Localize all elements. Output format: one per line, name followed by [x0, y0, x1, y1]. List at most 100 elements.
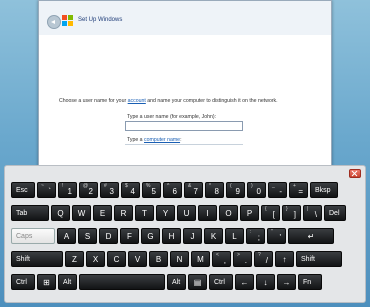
key-c[interactable]: C: [107, 251, 126, 267]
key-menu[interactable]: ▤: [188, 274, 207, 290]
key-label: W: [77, 209, 86, 218]
close-icon[interactable]: [349, 169, 361, 178]
key-o[interactable]: O: [219, 205, 238, 221]
key-f[interactable]: F: [120, 228, 139, 244]
key-x[interactable]: X: [86, 251, 105, 267]
key-alt[interactable]: Alt: [58, 274, 77, 290]
key-label: ⊞: [43, 278, 50, 287]
key-main-label: ,: [223, 256, 226, 265]
key-windows[interactable]: ⊞: [37, 274, 56, 290]
key-del[interactable]: Del: [324, 205, 346, 221]
key-alt[interactable]: Alt: [167, 274, 186, 290]
key-q[interactable]: Q: [51, 205, 70, 221]
key-r[interactable]: R: [114, 205, 133, 221]
key-main-label: ;: [257, 233, 260, 242]
key-label: Tab: [16, 210, 28, 217]
key-symbol[interactable]: {[: [261, 205, 280, 221]
key-5[interactable]: % 5: [142, 182, 161, 198]
key-u[interactable]: U: [177, 205, 196, 221]
username-input[interactable]: [125, 121, 243, 131]
key-l[interactable]: L: [225, 228, 244, 244]
key-d[interactable]: D: [99, 228, 118, 244]
key-enter[interactable]: ↵: [288, 228, 334, 244]
key-g[interactable]: G: [141, 228, 160, 244]
key-shift[interactable]: Shift: [296, 251, 342, 267]
computer-name-link[interactable]: computer name: [144, 137, 180, 143]
key-ctrl[interactable]: Ctrl: [11, 274, 35, 290]
key-shift-label: !: [62, 183, 64, 189]
key-symbol[interactable]: + =: [289, 182, 308, 198]
key-label: M: [197, 255, 204, 264]
key-symbol[interactable]: _ -: [268, 182, 287, 198]
key-y[interactable]: Y: [156, 205, 175, 221]
key-symbol[interactable]: ? /: [254, 251, 273, 267]
key-shift-label: (: [230, 183, 232, 189]
key-label: ↵: [307, 232, 315, 241]
key-label: ↓: [263, 278, 268, 287]
key-label: Caps: [16, 233, 33, 240]
key-tab[interactable]: Tab: [11, 205, 49, 221]
key-symbol[interactable]: | \: [303, 205, 322, 221]
key-esc[interactable]: Esc: [11, 182, 35, 198]
key-n[interactable]: N: [170, 251, 189, 267]
key-shift-label: @: [83, 183, 89, 189]
windows-logo-icon: [62, 15, 74, 27]
computer-name-suffix: :: [180, 137, 182, 143]
computer-name-label: Type a computer name:: [127, 137, 182, 143]
key-label: A: [63, 232, 70, 241]
key-e[interactable]: E: [93, 205, 112, 221]
key-caps[interactable]: Caps: [11, 228, 55, 244]
key-4[interactable]: $4: [121, 182, 140, 198]
key-a[interactable]: A: [57, 228, 76, 244]
key-3[interactable]: #3: [100, 182, 119, 198]
key-ctrl[interactable]: Ctrl: [209, 274, 233, 290]
key-arrow-right[interactable]: →: [277, 274, 296, 290]
key-symbol[interactable]: ~ `: [37, 182, 56, 198]
key-symbol[interactable]: " ': [267, 228, 286, 244]
key-m[interactable]: M: [191, 251, 210, 267]
key-space[interactable]: [79, 274, 165, 290]
username-label: Type a user name (for example, John):: [127, 114, 217, 120]
computer-name-field[interactable]: [125, 144, 243, 145]
key-9[interactable]: (9: [226, 182, 245, 198]
key-fn[interactable]: Fn: [298, 274, 322, 290]
key-symbol[interactable]: }]: [282, 205, 301, 221]
key-symbol[interactable]: >.: [233, 251, 252, 267]
key-label: Fn: [303, 279, 312, 286]
key-6[interactable]: ^ 6: [163, 182, 182, 198]
back-arrow-icon[interactable]: [47, 15, 61, 29]
key-symbol[interactable]: <,: [212, 251, 231, 267]
key-shift[interactable]: Shift: [11, 251, 63, 267]
key-j[interactable]: J: [183, 228, 202, 244]
account-link[interactable]: account: [128, 98, 146, 104]
key-h[interactable]: H: [162, 228, 181, 244]
key-arrow-up[interactable]: ↑: [275, 251, 294, 267]
key-label: H: [168, 232, 175, 241]
key-main-label: 4: [130, 187, 135, 196]
key-8[interactable]: * 8: [205, 182, 224, 198]
key-label: B: [155, 255, 162, 264]
key-s[interactable]: S: [78, 228, 97, 244]
key-z[interactable]: Z: [65, 251, 84, 267]
key-7[interactable]: & 7: [184, 182, 203, 198]
key-arrow-down[interactable]: ↓: [256, 274, 275, 290]
key-b[interactable]: B: [149, 251, 168, 267]
key-k[interactable]: K: [204, 228, 223, 244]
key-bksp[interactable]: Bksp: [310, 182, 338, 198]
key-label: Z: [72, 255, 77, 264]
setup-title-bar: Set Up Windows: [39, 1, 331, 35]
key-1[interactable]: ! 1: [58, 182, 77, 198]
key-arrow-left[interactable]: ←: [235, 274, 254, 290]
key-label: Ctrl: [16, 279, 27, 286]
key-shift-label: *: [209, 183, 211, 189]
key-2[interactable]: @2: [79, 182, 98, 198]
setup-windows-dialog: Set Up Windows Choose a user name for yo…: [38, 0, 332, 170]
key-label: O: [225, 209, 232, 218]
key-p[interactable]: P: [240, 205, 259, 221]
key-t[interactable]: T: [135, 205, 154, 221]
key-v[interactable]: V: [128, 251, 147, 267]
key-0[interactable]: ) 0: [247, 182, 266, 198]
key-w[interactable]: W: [72, 205, 91, 221]
key-symbol[interactable]: :;: [246, 228, 265, 244]
key-i[interactable]: I: [198, 205, 217, 221]
